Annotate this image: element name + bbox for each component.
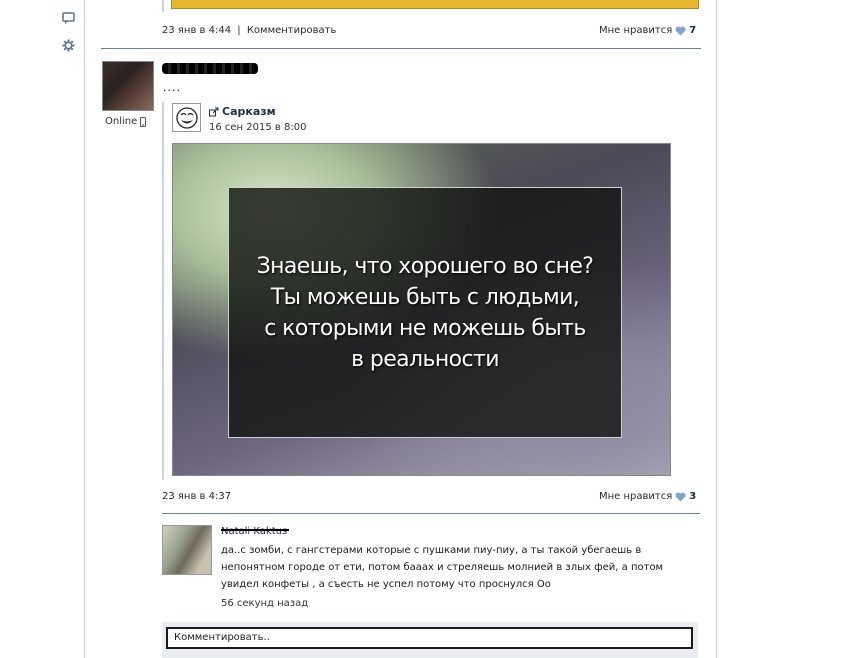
meta-separator: | [237, 25, 241, 36]
like-label: Мне нравится [599, 491, 673, 502]
previous-post-date[interactable]: 23 янв в 4:44 [162, 25, 231, 36]
mobile-icon [140, 116, 147, 127]
commenter-name[interactable]: Natali Kaktus [221, 526, 287, 537]
like-label: Мне нравится [599, 25, 673, 36]
quote-line: в реальности [351, 346, 499, 372]
post-date[interactable]: 23 янв в 4:37 [162, 491, 231, 502]
page-border-right [716, 0, 717, 658]
online-label: Online [105, 116, 138, 127]
previous-post-image[interactable] [171, 0, 699, 9]
repost-arrow-icon [209, 107, 219, 116]
post-like-button[interactable]: Мне нравится 3 [599, 491, 696, 502]
comment-time[interactable]: 56 секунд назад [221, 598, 308, 609]
author-name-redacted[interactable] [162, 63, 258, 74]
repost-source-name[interactable]: Сарказм [222, 105, 276, 118]
like-count: 3 [689, 491, 697, 502]
heart-icon [675, 26, 686, 35]
previous-post-meta: 23 янв в 4:44 | Комментировать [162, 25, 336, 36]
page-border-left [84, 0, 85, 658]
previous-repost-accent [162, 0, 164, 12]
comments-separator [162, 513, 700, 514]
heart-icon [675, 492, 686, 501]
comment-link[interactable]: Комментировать [247, 25, 337, 36]
commenter-name-strike [221, 529, 289, 531]
commenter-avatar[interactable] [162, 525, 212, 575]
previous-post-like-button[interactable]: Мне нравится 7 [599, 25, 696, 36]
repost-date[interactable]: 16 сен 2015 в 8:00 [209, 122, 306, 133]
post-photo[interactable]: Знаешь, что хорошего во сне? Ты можешь б… [172, 143, 671, 476]
author-avatar[interactable] [102, 61, 154, 111]
quote-line: Ты можешь быть с людьми, [270, 284, 580, 310]
like-count: 7 [689, 25, 697, 36]
quote-line: с которыми не можешь быть [264, 315, 586, 341]
left-rail [0, 0, 84, 658]
gear-icon[interactable] [62, 39, 75, 52]
comment-text: да..с зомби, с гангстерами которые с пуш… [221, 545, 664, 590]
post-separator [101, 48, 701, 49]
post-text: .... [163, 81, 181, 94]
comment-icon[interactable] [62, 12, 75, 25]
photo-quote-box: Знаешь, что хорошего во сне? Ты можешь б… [228, 187, 622, 438]
comment-input[interactable]: Комментировать.. [166, 627, 693, 649]
repost-accent-line [162, 102, 164, 480]
repost-source[interactable]: Сарказм [209, 105, 276, 118]
quote-line: Знаешь, что хорошего во сне? [256, 253, 594, 279]
troll-face-icon [175, 106, 198, 129]
online-status: Online [105, 116, 147, 127]
repost-source-avatar[interactable] [172, 103, 201, 132]
